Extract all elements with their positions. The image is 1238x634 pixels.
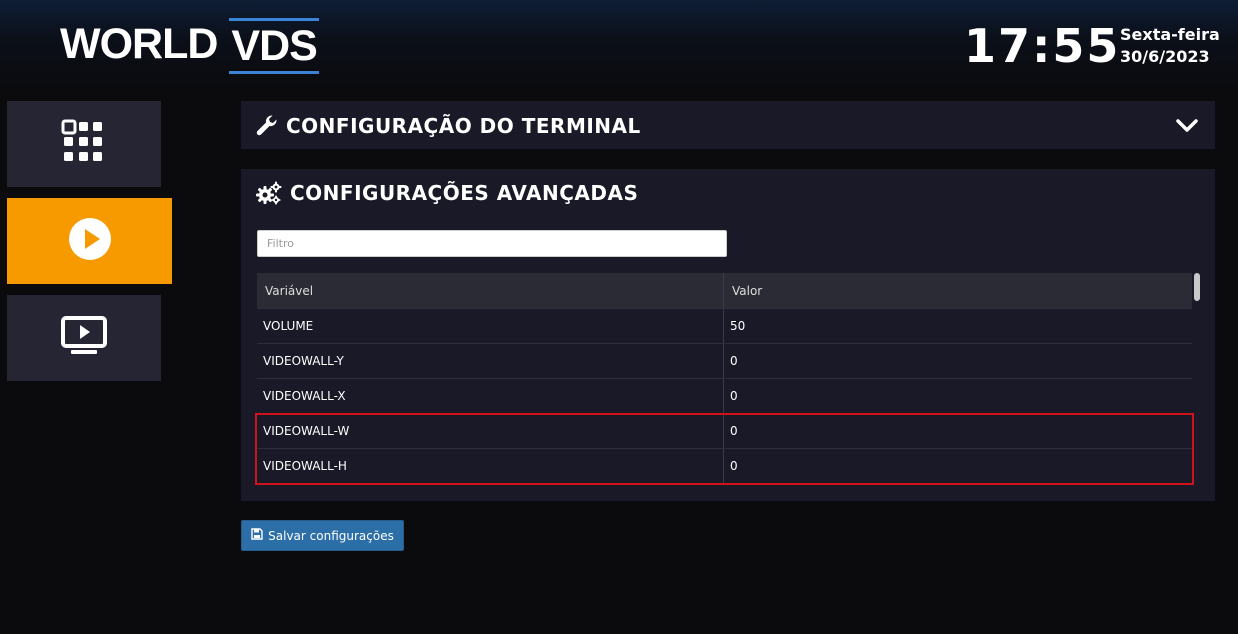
variable-cell: VIDEOWALL-Y [257,344,724,378]
table-row[interactable]: VIDEOWALL-H 0 [257,449,1192,484]
advanced-config-panel: CONFIGURAÇÕES AVANÇADAS Variável Valor V… [241,169,1215,501]
gears-icon [256,181,282,209]
wrench-icon [256,114,278,140]
grid-apps-icon [61,119,107,169]
chevron-down-icon[interactable] [1176,118,1198,137]
table-scrollbar[interactable] [1194,273,1200,485]
play-circle-icon [68,217,112,265]
save-settings-label: Salvar configurações [268,528,394,543]
value-cell[interactable]: 0 [724,379,1192,413]
value-cell[interactable]: 0 [724,449,1192,483]
sidebar-item-apps[interactable] [7,101,161,187]
variable-cell: VIDEOWALL-X [257,379,724,413]
table-row[interactable]: VIDEOWALL-Y 0 [257,344,1192,379]
clock-date: Sexta-feira 30/6/2023 [1120,24,1230,68]
weekday-label: Sexta-feira [1120,25,1220,44]
filter-input[interactable] [257,230,727,257]
monitor-play-icon [61,316,107,360]
clock-time: 17:55 [964,19,1121,73]
logo: WORLD VDS [60,18,319,74]
column-header-value[interactable]: Valor [724,273,1192,308]
variables-table: Variável Valor VOLUME 50 VIDEOWALL-Y 0 V… [257,273,1192,485]
variable-cell: VOLUME [257,309,724,343]
floppy-disk-icon [251,528,263,543]
value-cell[interactable]: 50 [724,309,1192,343]
logo-text-world: WORLD [60,20,218,68]
variable-cell: VIDEOWALL-H [257,449,724,483]
column-header-variable[interactable]: Variável [257,273,724,308]
sidebar-item-player[interactable] [7,198,172,284]
logo-text-vds: VDS [229,18,319,74]
table-header-row: Variável Valor [257,273,1192,309]
save-settings-button[interactable]: Salvar configurações [241,520,404,551]
terminal-config-panel[interactable]: CONFIGURAÇÃO DO TERMINAL [241,101,1215,149]
table-row[interactable]: VIDEOWALL-X 0 [257,379,1192,414]
advanced-config-title: CONFIGURAÇÕES AVANÇADAS [290,181,639,205]
table-row[interactable]: VIDEOWALL-W 0 [257,414,1192,449]
table-row[interactable]: VOLUME 50 [257,309,1192,344]
scrollbar-thumb[interactable] [1194,273,1200,301]
value-cell[interactable]: 0 [724,414,1192,448]
sidebar-item-display[interactable] [7,295,161,381]
terminal-config-title: CONFIGURAÇÃO DO TERMINAL [286,114,641,138]
value-cell[interactable]: 0 [724,344,1192,378]
date-label: 30/6/2023 [1120,47,1210,66]
variable-cell: VIDEOWALL-W [257,414,724,448]
